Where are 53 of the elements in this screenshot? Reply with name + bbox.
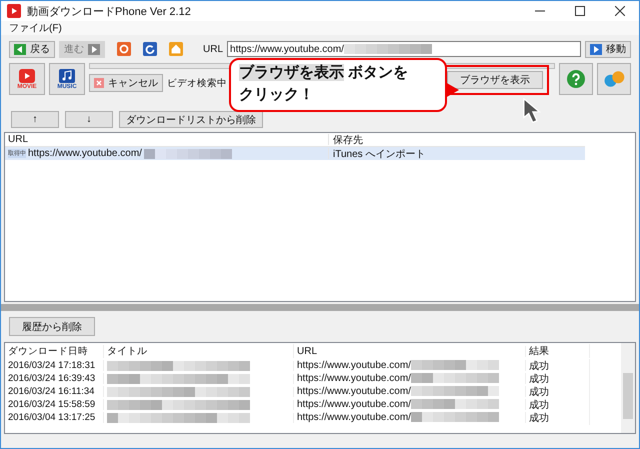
list-button[interactable]: ↑ xyxy=(11,111,59,128)
table-cell: https://www.youtube.com/ xyxy=(297,399,411,410)
callout-text: ブラウザを表示 ボタンを クリック！ xyxy=(239,63,410,105)
scrollbar[interactable] xyxy=(621,343,635,433)
list-button[interactable]: ↓ xyxy=(65,111,113,128)
window-title: 動画ダウンロードPhone Ver 2.12 xyxy=(27,4,191,18)
menu-item[interactable]: ファイル(F) xyxy=(9,21,62,35)
video-icon xyxy=(19,68,35,82)
column-header[interactable]: 保存先 xyxy=(329,132,585,146)
url-field[interactable]: https://www.youtube.com/ xyxy=(227,41,581,57)
table-cell: https://www.youtube.com/ xyxy=(28,148,142,159)
table-cell: 成功 xyxy=(526,384,590,398)
app-icon xyxy=(7,4,21,18)
table-cell: 2016/03/24 17:18:31 xyxy=(5,360,104,371)
speech-bubbles-icon xyxy=(602,70,626,88)
table-cell: 成功 xyxy=(526,410,590,424)
table-cell: https://www.youtube.com/ xyxy=(297,386,411,397)
table-cell: 成功 xyxy=(526,358,590,372)
help-icon xyxy=(567,70,585,88)
column-header[interactable]: ダウンロード日時 xyxy=(5,344,104,358)
table-cell: https://www.youtube.com/ xyxy=(297,360,411,371)
column-header[interactable]: URL xyxy=(294,346,526,356)
table-cell: https://www.youtube.com/ xyxy=(297,412,411,423)
help-button[interactable] xyxy=(559,63,593,95)
table-cell: 2016/03/24 15:58:59 xyxy=(5,399,104,410)
table-cell: 成功 xyxy=(526,398,590,412)
table-cell: 成功 xyxy=(526,372,590,386)
table-cell: 2016/03/24 16:39:43 xyxy=(5,373,104,384)
column-header[interactable]: タイトル xyxy=(104,344,294,358)
stop-icon[interactable] xyxy=(117,42,131,56)
cross-icon xyxy=(94,78,104,88)
play-icon xyxy=(590,44,602,54)
status-text: ビデオ検索中 xyxy=(167,76,227,90)
faq-button[interactable] xyxy=(597,63,631,95)
home-icon[interactable] xyxy=(169,42,183,56)
close-icon[interactable] xyxy=(615,6,625,16)
go-button[interactable]: 移動 xyxy=(585,40,631,58)
maximize-icon[interactable] xyxy=(575,6,585,16)
delete-history-button[interactable]: 履歴から削除 xyxy=(9,317,95,336)
back-button[interactable]: 戻る xyxy=(9,40,55,58)
table-cell-text: iTunes へインポート xyxy=(332,148,426,160)
column-header[interactable]: 結果 xyxy=(526,344,590,358)
cancel-button[interactable]: キャンセル xyxy=(89,74,163,92)
music-note-icon xyxy=(59,68,75,82)
table-cell: https://www.youtube.com/ xyxy=(297,373,411,384)
list-button[interactable]: ダウンロードリストから削除 xyxy=(119,111,263,128)
show-browser-button[interactable]: ブラウザを表示 xyxy=(447,71,543,89)
cursor-icon xyxy=(523,98,541,124)
url-label: URL xyxy=(203,44,224,54)
table-cell: 2016/03/04 13:17:25 xyxy=(5,412,104,423)
refresh-icon[interactable] xyxy=(143,42,157,56)
table-cell: 2016/03/24 16:11:34 xyxy=(5,386,104,397)
column-header[interactable]: URL xyxy=(5,134,329,145)
